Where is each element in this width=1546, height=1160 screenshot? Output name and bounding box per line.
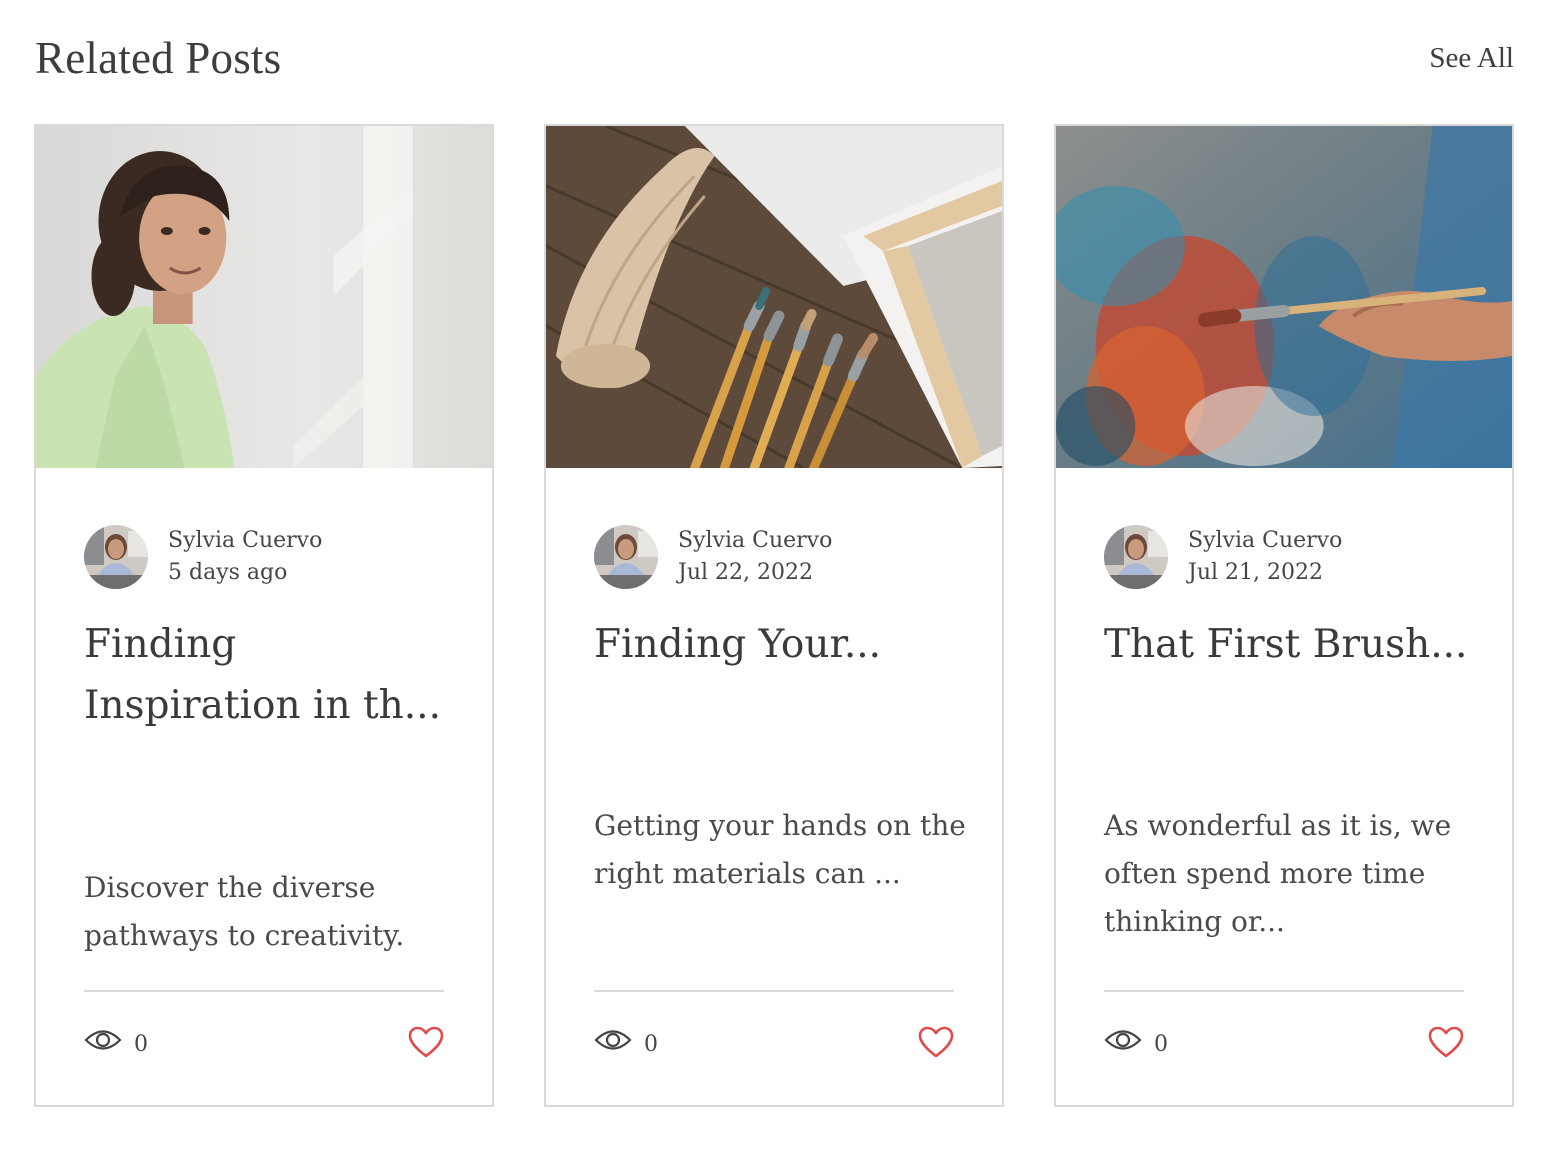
- card-footer: 0: [594, 1022, 954, 1062]
- eye-icon: [594, 1027, 632, 1057]
- card-footer: 0: [84, 1022, 444, 1062]
- post-card[interactable]: Sylvia Cuervo Jul 21, 2022 That First Br…: [1054, 124, 1514, 1107]
- views-counter: 0: [84, 1027, 148, 1057]
- post-card[interactable]: Sylvia Cuervo 5 days ago Finding Inspira…: [34, 124, 494, 1107]
- post-title[interactable]: That First Brush...: [1104, 614, 1474, 675]
- eye-icon: [1104, 1027, 1142, 1057]
- post-image-canvas-and-brushes[interactable]: [546, 126, 1002, 468]
- post-excerpt[interactable]: Getting your hands on the right material…: [594, 802, 968, 898]
- post-image-woman-portrait[interactable]: [36, 126, 492, 468]
- post-title[interactable]: Finding Your...: [594, 614, 964, 675]
- heart-icon: [1428, 1026, 1464, 1058]
- card-divider: [594, 990, 954, 992]
- author-row: Sylvia Cuervo 5 days ago: [84, 524, 322, 590]
- post-excerpt[interactable]: As wonderful as it is, we often spend mo…: [1104, 802, 1478, 946]
- author-name[interactable]: Sylvia Cuervo: [1188, 525, 1342, 557]
- post-date: Jul 22, 2022: [678, 560, 813, 585]
- card-footer: 0: [1104, 1022, 1464, 1062]
- section-title: Related Posts: [35, 33, 282, 83]
- view-count: 0: [1154, 1031, 1168, 1057]
- author-avatar[interactable]: [84, 525, 148, 589]
- author-avatar[interactable]: [594, 525, 658, 589]
- view-count: 0: [134, 1031, 148, 1057]
- like-button[interactable]: [408, 1026, 444, 1058]
- author-name[interactable]: Sylvia Cuervo: [678, 525, 832, 557]
- author-row: Sylvia Cuervo Jul 22, 2022: [594, 524, 832, 590]
- author-avatar[interactable]: [1104, 525, 1168, 589]
- related-posts-header: Related Posts See All: [35, 28, 1514, 88]
- card-divider: [84, 990, 444, 992]
- like-button[interactable]: [918, 1026, 954, 1058]
- post-title[interactable]: Finding Inspiration in th...: [84, 614, 454, 736]
- heart-icon: [918, 1026, 954, 1058]
- post-date: Jul 21, 2022: [1188, 560, 1323, 585]
- view-count: 0: [644, 1031, 658, 1057]
- post-date: 5 days ago: [168, 560, 288, 585]
- eye-icon: [84, 1027, 122, 1057]
- see-all-link[interactable]: See All: [1429, 42, 1514, 75]
- post-card[interactable]: Sylvia Cuervo Jul 22, 2022 Finding Your.…: [544, 124, 1004, 1107]
- views-counter: 0: [1104, 1027, 1168, 1057]
- post-excerpt[interactable]: Discover the diverse pathways to creativ…: [84, 864, 458, 960]
- views-counter: 0: [594, 1027, 658, 1057]
- heart-icon: [408, 1026, 444, 1058]
- author-row: Sylvia Cuervo Jul 21, 2022: [1104, 524, 1342, 590]
- author-name[interactable]: Sylvia Cuervo: [168, 525, 322, 557]
- like-button[interactable]: [1428, 1026, 1464, 1058]
- post-image-painting-hand[interactable]: [1056, 126, 1512, 468]
- card-divider: [1104, 990, 1464, 992]
